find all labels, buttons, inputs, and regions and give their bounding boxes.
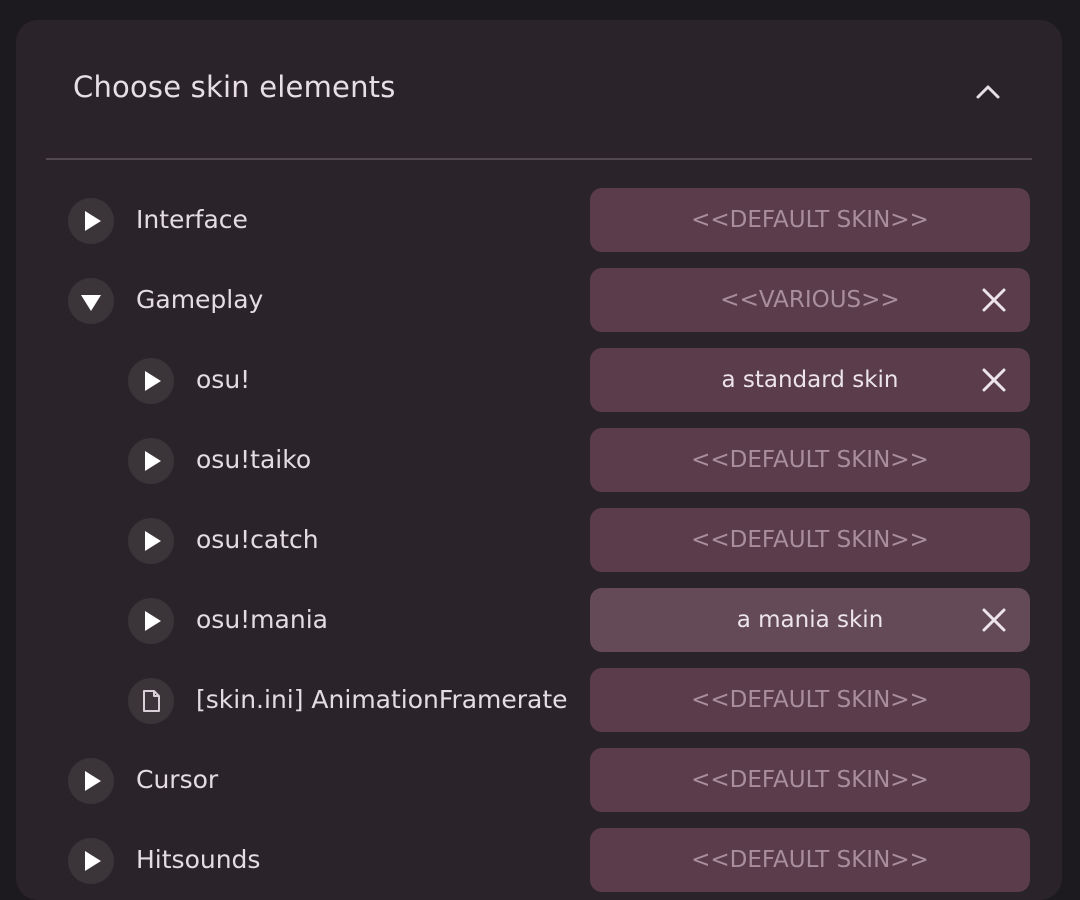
row-label: osu!catch [196,525,319,554]
row-label: [skin.ini] AnimationFramerate [196,685,568,714]
skin-elements-panel: Choose skin elements Interface <<DEFAULT… [16,20,1062,900]
tree-row-gameplay: Gameplay <<VARIOUS>> [16,268,1062,332]
play-down-icon[interactable] [68,278,114,324]
skin-selector-value: <<VARIOUS>> [720,287,900,313]
row-label: Cursor [136,765,219,794]
play-right-icon[interactable] [68,758,114,804]
skin-selector[interactable]: a standard skin [590,348,1030,412]
close-icon[interactable] [978,604,1010,636]
row-label: Gameplay [136,285,264,314]
tree-row-osu-taiko: osu!taiko <<DEFAULT SKIN>> [16,428,1062,492]
close-icon[interactable] [978,284,1010,316]
skin-selector-value: <<DEFAULT SKIN>> [691,447,929,473]
tree-row-animation-framerate: [skin.ini] AnimationFramerate <<DEFAULT … [16,668,1062,732]
play-right-icon[interactable] [68,198,114,244]
row-label: osu! [196,365,251,394]
play-right-icon[interactable] [128,358,174,404]
tree-row-cursor: Cursor <<DEFAULT SKIN>> [16,748,1062,812]
tree-row-osu-mania: osu!mania a mania skin [16,588,1062,652]
skin-selector-value: <<DEFAULT SKIN>> [691,687,929,713]
file-icon [128,678,174,724]
panel-title: Choose skin elements [73,70,396,104]
skin-selector[interactable]: <<DEFAULT SKIN>> [590,748,1030,812]
skin-selector-value: <<DEFAULT SKIN>> [691,527,929,553]
skin-selector[interactable]: <<VARIOUS>> [590,268,1030,332]
chevron-up-icon[interactable] [968,72,1008,112]
skin-selector[interactable]: <<DEFAULT SKIN>> [590,668,1030,732]
skin-selector-value: <<DEFAULT SKIN>> [691,847,929,873]
close-icon[interactable] [978,364,1010,396]
row-label: osu!mania [196,605,328,634]
row-label: Hitsounds [136,845,261,874]
tree-row-osu: osu! a standard skin [16,348,1062,412]
header-divider [46,158,1032,160]
skin-selector[interactable]: <<DEFAULT SKIN>> [590,508,1030,572]
play-right-icon[interactable] [128,598,174,644]
play-right-icon[interactable] [68,838,114,884]
skin-selector-value: <<DEFAULT SKIN>> [691,767,929,793]
play-right-icon[interactable] [128,438,174,484]
row-label: osu!taiko [196,445,312,474]
skin-selector-value: <<DEFAULT SKIN>> [691,207,929,233]
skin-selector[interactable]: a mania skin [590,588,1030,652]
play-right-icon[interactable] [128,518,174,564]
skin-selector-value: a mania skin [736,607,884,633]
tree-row-interface: Interface <<DEFAULT SKIN>> [16,188,1062,252]
panel-header[interactable]: Choose skin elements [16,20,1062,160]
row-label: Interface [136,205,248,234]
tree-row-hitsounds: Hitsounds <<DEFAULT SKIN>> [16,828,1062,892]
skin-selector-value: a standard skin [721,367,899,393]
skin-selector[interactable]: <<DEFAULT SKIN>> [590,828,1030,892]
tree-row-osu-catch: osu!catch <<DEFAULT SKIN>> [16,508,1062,572]
skin-selector[interactable]: <<DEFAULT SKIN>> [590,188,1030,252]
skin-selector[interactable]: <<DEFAULT SKIN>> [590,428,1030,492]
